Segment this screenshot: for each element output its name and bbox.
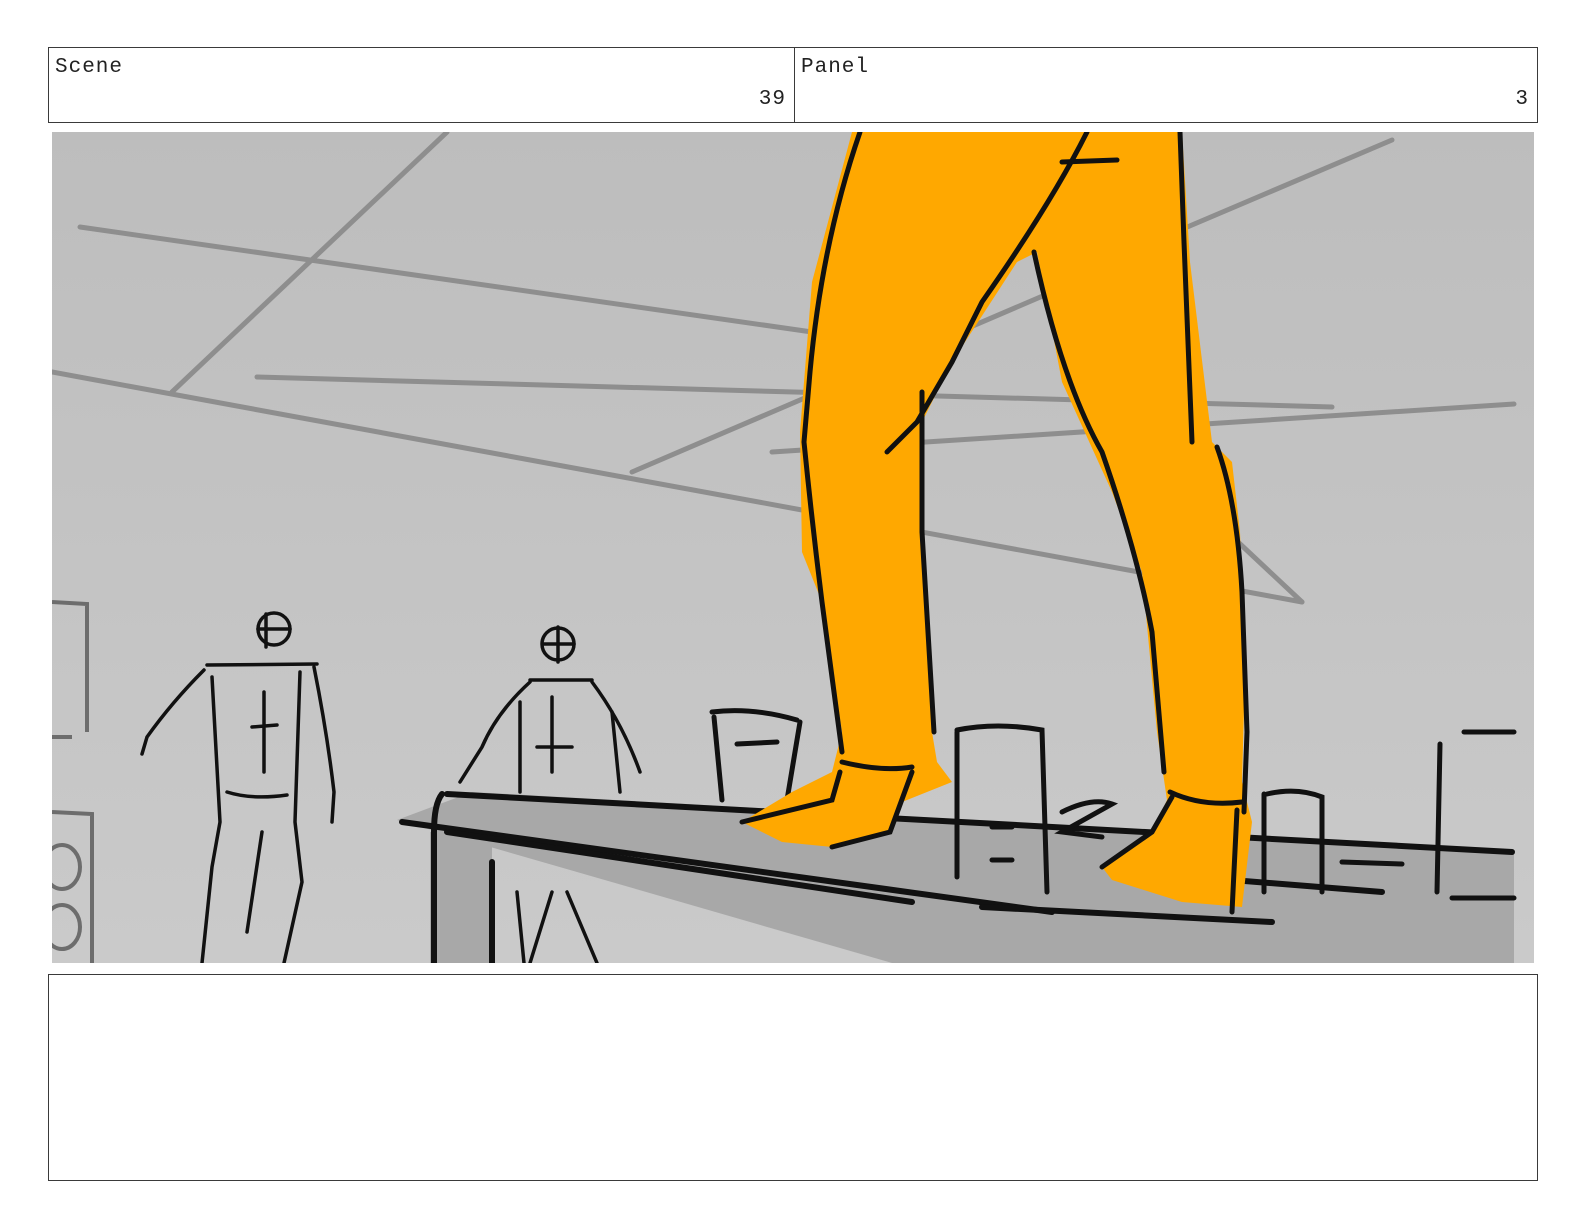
scene-cell: Scene 39	[49, 48, 795, 122]
notes-box[interactable]	[48, 974, 1538, 1181]
panel-number: 3	[1515, 88, 1529, 111]
scene-label: Scene	[55, 56, 124, 79]
scene-number: 39	[758, 88, 786, 111]
panel-cell: Panel 3	[795, 48, 1537, 122]
storyboard-frame	[52, 132, 1534, 963]
storyboard-sketch	[52, 132, 1534, 963]
panel-header: Scene 39 Panel 3	[48, 47, 1538, 123]
panel-label: Panel	[801, 56, 870, 79]
